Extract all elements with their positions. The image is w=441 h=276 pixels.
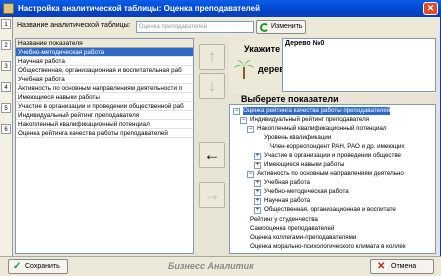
refresh-icon [260,23,269,32]
side-tab-6[interactable]: 6 [1,124,11,134]
tree-node[interactable]: Участие в организации и проведении общес… [264,152,401,160]
close-button[interactable]: ✕ [423,2,438,15]
expand-icon[interactable]: + [254,189,261,196]
tree-node[interactable]: Учебная работа [264,179,310,187]
collapse-icon[interactable]: − [240,117,247,124]
table-name-label: Название аналитической таблицы: [17,22,131,29]
app-icon [3,3,14,14]
tree-node[interactable]: Имеющиеся навыки работы [264,161,344,169]
palm-tree-icon [234,60,254,79]
expand-icon[interactable]: + [254,180,261,187]
choose-indicators-title: Выберете показатели [241,94,339,104]
list-item[interactable]: Активность по основным направлениям деят… [16,84,193,93]
tree-node[interactable]: Оценка морально-психологического климата… [250,243,406,251]
list-item[interactable]: Общественная, организационная и воспитат… [16,66,193,75]
tree-node[interactable]: Учебно-методическая работа [264,188,349,196]
window-title: Настройка аналитической таблицы: Оценка … [0,0,441,17]
side-tab-2[interactable]: 2 [1,40,11,50]
list-item[interactable]: Научная работа [16,57,193,66]
specify-tree-label: Укажите [244,44,281,54]
side-tab-3[interactable]: 3 [1,61,11,71]
collapse-icon[interactable]: − [233,108,240,115]
expand-icon[interactable]: + [254,162,261,169]
move-up-button[interactable]: ↑ [199,44,225,70]
save-button-label: Сохранить [25,263,60,270]
expand-icon[interactable]: + [254,207,261,214]
tree-node[interactable]: Оценка рейтинга качества работы преподав… [243,107,391,115]
change-button-label: Изменить [271,23,303,30]
brand-label: Бизнесс Аналитик [168,261,254,271]
list-item[interactable]: Накопленный квалификационный потенциал [16,120,193,129]
tree-node[interactable]: Научная работа [264,197,310,205]
tree-node[interactable]: Уровень квалификации [264,134,331,142]
save-button[interactable]: ✓ Сохранить [8,259,68,274]
expand-icon[interactable]: + [254,198,261,205]
tree-node[interactable]: Индивидуальный рейтинг преподавателя [250,116,369,124]
indicator-list[interactable]: Название показателя Учебно-методическая … [15,38,194,254]
side-strip: 1 2 3 4 5 6 [0,17,13,256]
tree-node[interactable]: Оценка коллегами-преподавателями [250,234,356,242]
tree-node[interactable]: Самооценка преподавателей [250,225,334,233]
checkmark-icon: ✓ [13,261,22,272]
cancel-button[interactable]: ✕ Отмена [370,259,434,274]
indicator-tree[interactable]: − Оценка рейтинга качества работы препод… [229,104,436,254]
side-tab-4[interactable]: 4 [1,82,11,92]
tree-number: Дерево №0 [285,40,325,47]
list-item[interactable]: Учебно-методическая работа [16,48,193,57]
table-name-input[interactable]: Оценка преподавателей [136,21,254,33]
tree-node[interactable]: Член-корреспондент РАН, РАО и др. имеющи… [270,143,405,151]
expand-icon[interactable]: + [254,153,261,160]
list-item[interactable]: Индивидуальный рейтинг преподавателя [16,111,193,120]
list-item[interactable]: Участие в организации и проведении общес… [16,102,193,111]
add-to-list-button[interactable]: ← [199,142,225,168]
tree-node[interactable]: Активность по основным направлениям деят… [257,170,404,178]
tree-node[interactable]: Общественная, организационная и воспитат… [264,206,396,214]
list-item[interactable]: Имеющиеся навыки работы [16,93,193,102]
collapse-icon[interactable]: − [247,171,254,178]
cancel-button-label: Отмена [391,263,417,270]
list-item[interactable]: Оценка рейтинга качества работы преподав… [16,129,193,138]
tree-node[interactable]: Накопленный квалификационный потенциал [257,125,386,133]
tree-node[interactable]: Рейтинг у студенчества [250,216,318,224]
side-tab-5[interactable]: 5 [1,103,11,113]
remove-from-list-button[interactable]: → [199,182,225,208]
collapse-icon[interactable]: − [247,126,254,133]
cross-icon: ✕ [377,261,386,272]
change-button[interactable]: Изменить [256,20,306,34]
list-item[interactable]: Учебная работа [16,75,193,84]
side-tab-1[interactable]: 1 [1,19,11,29]
list-header: Название показателя [16,39,193,48]
move-down-button[interactable]: ↓ [199,73,225,99]
